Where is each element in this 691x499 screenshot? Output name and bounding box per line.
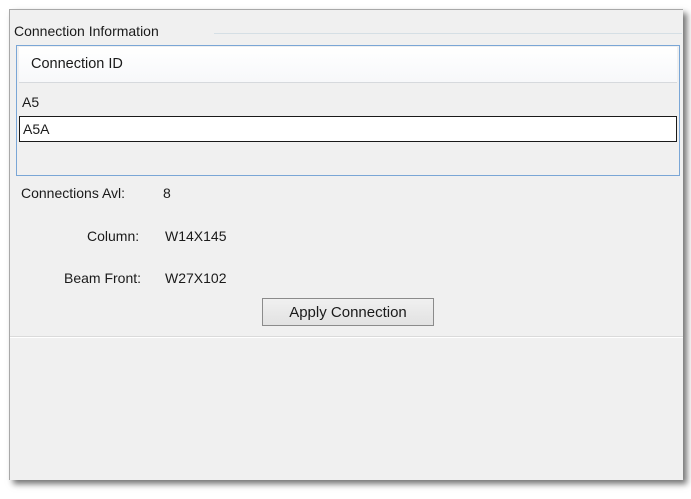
beam-front-value: W27X102 [165, 270, 227, 286]
divider-highlight [10, 337, 683, 338]
column-header-connection-id[interactable]: Connection ID [19, 47, 677, 83]
connections-avl-value: 8 [163, 185, 171, 201]
list-item[interactable]: A5 [19, 90, 677, 116]
beam-front-label: Beam Front: [64, 270, 142, 286]
connection-id-list[interactable]: Connection ID A5 A5A [16, 45, 680, 176]
column-label: Column: [87, 228, 140, 244]
list-item-selected[interactable]: A5A [19, 116, 677, 142]
groupbox-border [214, 33, 682, 34]
column-value: W14X145 [165, 228, 227, 244]
list-item-label: A5A [23, 121, 50, 137]
connection-panel: Connection Information Connection ID A5 … [9, 9, 683, 480]
group-title: Connection Information [14, 22, 161, 40]
apply-connection-button[interactable]: Apply Connection [262, 298, 434, 326]
column-header-label: Connection ID [31, 56, 123, 72]
connections-avl-label: Connections Avl: [21, 185, 126, 201]
list-item-label: A5 [22, 94, 40, 110]
